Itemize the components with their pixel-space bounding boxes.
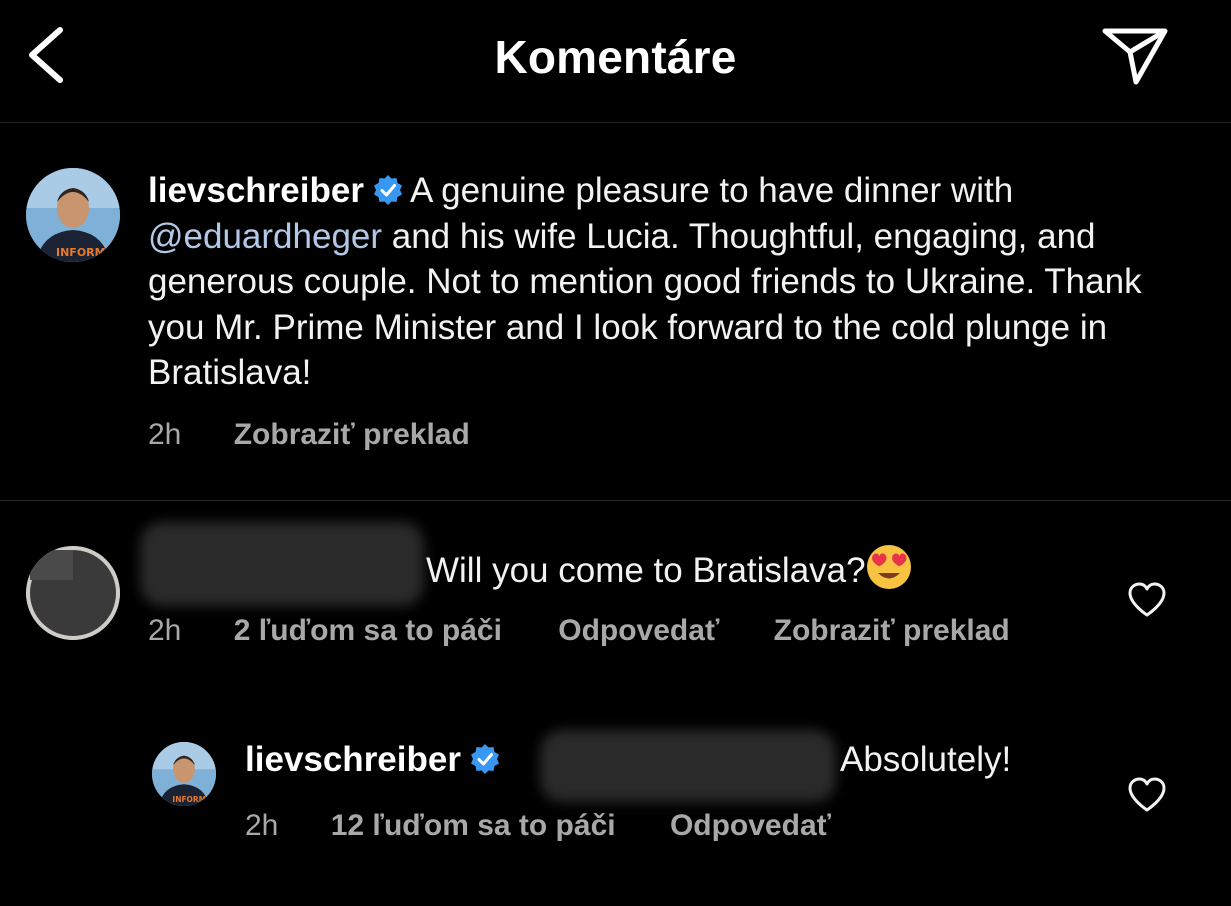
caption-mention-link[interactable]: @eduardheger — [148, 217, 382, 256]
comment-meta: 2h 2 ľuďom sa to páči Odpovedať Zobraziť… — [148, 614, 1010, 648]
verified-badge-icon — [373, 175, 402, 205]
page-title: Komentáre — [494, 31, 737, 83]
reply-username[interactable]: lievschreiber — [245, 740, 461, 779]
redacted-mention — [540, 730, 836, 802]
comment-reply-button[interactable]: Odpovedať — [558, 614, 719, 647]
reply-likes-count[interactable]: 12 ľuďom sa to páči — [331, 809, 616, 842]
divider — [0, 500, 1231, 501]
commenter-avatar-image — [26, 546, 120, 640]
commenter-avatar[interactable] — [26, 546, 120, 640]
comments-screen: Komentáre INFORM lievschreiber A genuine… — [0, 0, 1231, 906]
comment-body: Will you come to Bratislava? — [426, 544, 912, 591]
reply-meta: 2h 12 ľuďom sa to páči Odpovedať — [245, 809, 831, 843]
reply-username-row: lievschreiber — [245, 740, 507, 780]
svg-text:INFORM: INFORM — [172, 795, 206, 804]
comment-likes-count[interactable]: 2 ľuďom sa to páči — [234, 614, 502, 647]
comment-text: Will you come to Bratislava? — [426, 551, 866, 590]
reply-avatar[interactable]: INFORM — [152, 742, 216, 806]
reply-text: Absolutely! — [840, 740, 1012, 779]
header-bar: Komentáre — [0, 0, 1231, 123]
send-icon[interactable] — [1100, 24, 1170, 88]
avatar[interactable]: INFORM — [26, 168, 120, 262]
caption-timestamp: 2h — [148, 418, 182, 451]
heart-eyes-emoji — [866, 545, 911, 589]
like-heart-icon[interactable] — [1127, 582, 1167, 618]
comment-timestamp: 2h — [148, 614, 182, 647]
svg-text:INFORM: INFORM — [56, 246, 106, 259]
reply-reply-button[interactable]: Odpovedať — [670, 809, 831, 842]
caption-meta: 2h Zobraziť preklad — [148, 418, 470, 452]
like-heart-icon[interactable] — [1127, 777, 1167, 813]
reply-avatar-image: INFORM — [152, 742, 216, 806]
author-avatar-image: INFORM — [26, 168, 120, 262]
caption: lievschreiber A genuine pleasure to have… — [148, 168, 1198, 396]
caption-text-part1: A genuine pleasure to have dinner with — [409, 171, 1014, 210]
reply-timestamp: 2h — [245, 809, 279, 842]
caption-translate-link[interactable]: Zobraziť preklad — [234, 418, 470, 451]
verified-badge-icon — [470, 744, 499, 774]
comment-translate-link[interactable]: Zobraziť preklad — [774, 614, 1010, 647]
caption-username[interactable]: lievschreiber — [148, 171, 364, 210]
redacted-username — [140, 522, 424, 606]
